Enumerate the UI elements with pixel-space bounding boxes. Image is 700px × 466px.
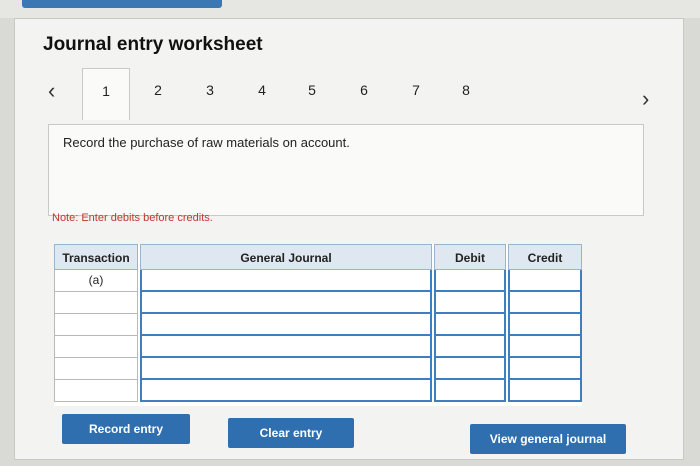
credit-input[interactable] [508,292,582,314]
credit-input[interactable] [508,336,582,358]
journal-account-input[interactable] [140,314,432,336]
journal-account-input[interactable] [140,358,432,380]
credit-input[interactable] [508,380,582,402]
header-debit: Debit [434,244,506,270]
transaction-cell [54,358,138,380]
table-row [54,380,582,402]
header-transaction: Transaction [54,244,138,270]
view-general-journal-button[interactable]: View general journal [470,424,626,454]
step-tab-6[interactable]: 6 [352,82,376,98]
journal-table: Transaction General Journal Debit Credit… [54,244,582,406]
journal-account-input[interactable] [140,380,432,402]
debit-input[interactable] [434,314,506,336]
table-row [54,358,582,380]
table-row [54,292,582,314]
record-entry-button[interactable]: Record entry [62,414,190,444]
debit-input[interactable] [434,270,506,292]
step-tab-8[interactable]: 8 [454,82,478,98]
transaction-cell [54,314,138,336]
step-tab-1[interactable]: 1 [82,68,130,120]
step-navigation: ‹ 1 2 3 4 5 6 7 8 › [42,68,672,120]
table-row [54,336,582,358]
instruction-text: Record the purchase of raw materials on … [63,135,350,150]
chevron-right-icon[interactable]: › [642,86,649,112]
transaction-cell [54,292,138,314]
header-credit: Credit [508,244,582,270]
chevron-left-icon[interactable]: ‹ [48,78,55,104]
debit-input[interactable] [434,336,506,358]
transaction-cell [54,380,138,402]
journal-account-input[interactable] [140,292,432,314]
clear-entry-button[interactable]: Clear entry [228,418,354,448]
table-row [54,314,582,336]
journal-account-input[interactable] [140,270,432,292]
top-tab-indicator [22,0,222,8]
step-tab-2[interactable]: 2 [146,82,170,98]
table-row: (a) [54,270,582,292]
journal-account-input[interactable] [140,336,432,358]
instruction-box: Record the purchase of raw materials on … [48,124,644,216]
worksheet-title: Journal entry worksheet [43,34,263,55]
header-general-journal: General Journal [140,244,432,270]
transaction-cell: (a) [54,270,138,292]
step-tab-7[interactable]: 7 [404,82,428,98]
transaction-cell [54,336,138,358]
step-tab-4[interactable]: 4 [250,82,274,98]
debit-input[interactable] [434,358,506,380]
step-tab-3[interactable]: 3 [198,82,222,98]
credit-input[interactable] [508,270,582,292]
note-text: Note: Enter debits before credits. [52,212,213,224]
step-tab-5[interactable]: 5 [300,82,324,98]
debit-input[interactable] [434,380,506,402]
credit-input[interactable] [508,358,582,380]
top-strip [0,0,700,18]
credit-input[interactable] [508,314,582,336]
debit-input[interactable] [434,292,506,314]
